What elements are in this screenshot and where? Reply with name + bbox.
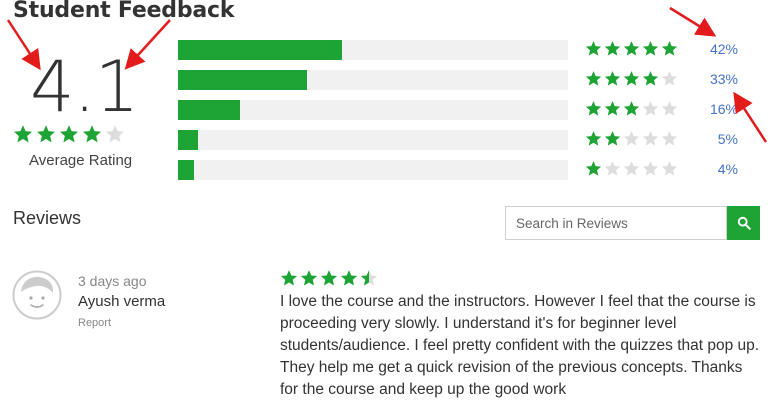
star-icon — [604, 41, 621, 56]
arrow-icon — [669, 6, 717, 37]
star-empty-icon — [661, 131, 678, 146]
row-stars-4 — [585, 70, 678, 87]
star-icon — [585, 131, 602, 146]
star-empty-icon — [623, 131, 640, 146]
rating-bar-fill — [178, 100, 240, 120]
star-icon — [60, 125, 78, 143]
star-icon — [623, 41, 640, 56]
row-stars-5 — [585, 40, 678, 57]
rating-bar-5[interactable] — [178, 40, 568, 60]
star-icon — [604, 131, 621, 146]
star-half-icon — [360, 270, 378, 286]
star-icon — [623, 101, 640, 116]
row-stars-2 — [585, 130, 678, 147]
star-empty-icon — [106, 125, 124, 143]
star-icon — [280, 270, 298, 286]
average-rating-value: 4.1 — [30, 46, 139, 128]
star-icon — [585, 71, 602, 86]
rating-bar-4[interactable] — [178, 70, 568, 90]
star-empty-icon — [642, 161, 659, 176]
rating-bar-track — [178, 160, 568, 180]
star-empty-icon — [604, 161, 621, 176]
star-icon — [83, 125, 101, 143]
review-rating-stars — [280, 269, 378, 287]
star-icon — [604, 71, 621, 86]
search-reviews-input[interactable] — [505, 206, 727, 240]
star-icon — [661, 41, 678, 56]
arrow-icon — [733, 91, 768, 143]
star-icon — [585, 41, 602, 56]
rating-percent-2[interactable]: 5% — [700, 131, 738, 147]
rating-bar-2[interactable] — [178, 130, 568, 150]
rating-bar-fill — [178, 70, 307, 90]
star-icon — [14, 125, 32, 143]
star-icon — [340, 270, 358, 286]
review-body: I love the course and the instructors. H… — [280, 293, 760, 398]
reviews-heading: Reviews — [13, 208, 82, 228]
average-rating-label: Average Rating — [29, 152, 133, 169]
star-icon — [320, 270, 338, 286]
rating-bar-fill — [178, 160, 194, 180]
row-stars-1 — [585, 160, 678, 177]
star-empty-icon — [661, 71, 678, 86]
rating-percent-4[interactable]: 33% — [700, 71, 738, 87]
rating-percent-5[interactable]: 42% — [700, 41, 738, 57]
star-icon — [623, 71, 640, 86]
star-empty-icon — [623, 161, 640, 176]
rating-bar-fill — [178, 130, 198, 150]
star-empty-icon — [661, 101, 678, 116]
report-link[interactable]: Report — [78, 317, 111, 329]
review-author: Ayush verma — [78, 293, 166, 310]
average-rating-stars — [13, 124, 125, 144]
search-button[interactable] — [727, 206, 760, 240]
star-icon — [585, 101, 602, 116]
star-icon — [37, 125, 55, 143]
star-empty-icon — [642, 101, 659, 116]
star-icon — [585, 161, 602, 176]
page-title: Student Feedback — [13, 0, 235, 23]
star-icon — [300, 270, 318, 286]
rating-percent-3[interactable]: 16% — [700, 101, 738, 117]
star-icon — [642, 71, 659, 86]
avatar-icon — [12, 270, 62, 320]
rating-bar-track — [178, 130, 568, 150]
review-date: 3 days ago — [78, 273, 147, 289]
star-empty-icon — [642, 131, 659, 146]
star-icon — [642, 41, 659, 56]
rating-bar-fill — [178, 40, 342, 60]
rating-percent-1[interactable]: 4% — [700, 161, 738, 177]
star-empty-icon — [661, 161, 678, 176]
rating-bar-1[interactable] — [178, 160, 568, 180]
row-stars-3 — [585, 100, 678, 117]
avatar — [12, 270, 62, 320]
search-icon — [737, 216, 751, 230]
rating-bar-3[interactable] — [178, 100, 568, 120]
star-icon — [604, 101, 621, 116]
